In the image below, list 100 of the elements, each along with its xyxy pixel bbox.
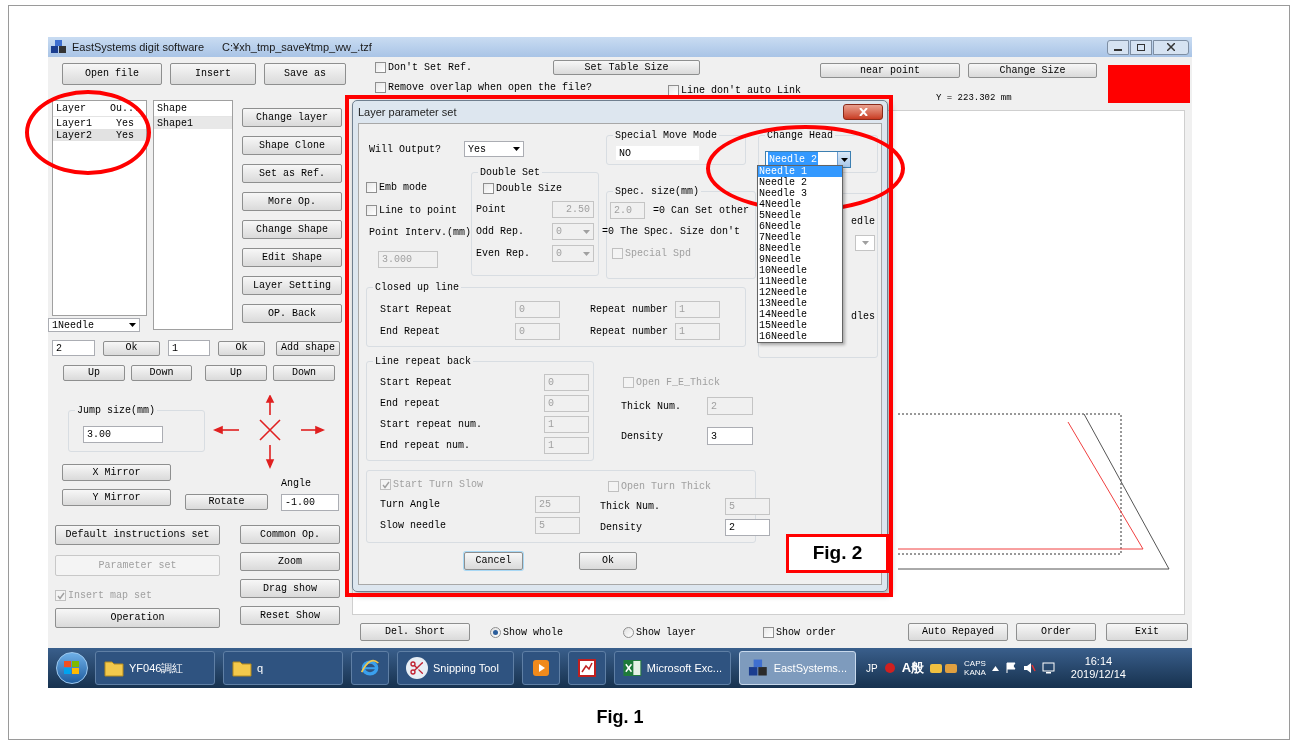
list-row[interactable]: Shape1 <box>154 117 232 129</box>
taskbar-button[interactable] <box>568 651 606 685</box>
checkbox-label: Line to point <box>379 204 457 218</box>
button[interactable]: Set as Ref. <box>242 164 342 183</box>
input-field[interactable]: 3.00 <box>83 425 163 443</box>
field-label: Repeat number <box>589 324 669 339</box>
button[interactable]: near point <box>820 63 960 78</box>
button[interactable]: Layer Setting <box>242 276 342 295</box>
button[interactable]: Ok <box>103 340 160 356</box>
button[interactable]: Zoom <box>240 552 340 571</box>
button[interactable]: Shape Clone <box>242 136 342 155</box>
button[interactable]: Change Size <box>968 63 1097 78</box>
dialog-title: Layer parameter set <box>358 104 457 120</box>
dropdown-option[interactable]: 11Needle <box>758 276 842 287</box>
file-path: C:¥xh_tmp_save¥tmp_ww_.tzf <box>222 39 372 55</box>
check-icon <box>56 591 65 600</box>
radio-button[interactable] <box>490 626 501 638</box>
checkbox-label: Double Size <box>496 182 562 196</box>
dropdown-option[interactable]: Needle 3 <box>758 188 842 199</box>
checkbox[interactable] <box>483 183 494 194</box>
minimize-button[interactable] <box>1107 39 1129 55</box>
taskbar-button[interactable] <box>522 651 560 685</box>
dropdown-option[interactable]: 4Needle <box>758 199 842 210</box>
input-field[interactable]: 1 <box>168 340 210 356</box>
close-button[interactable] <box>843 104 883 120</box>
input-field[interactable]: -1.00 <box>281 494 339 511</box>
checkbox[interactable] <box>668 85 679 96</box>
checkbox[interactable] <box>375 62 386 73</box>
button[interactable]: Add shape <box>276 340 340 356</box>
coordinates-text: Y = 223.302 mm <box>936 92 1013 105</box>
button[interactable]: Save as <box>264 63 346 85</box>
dropdown-button[interactable] <box>837 152 850 167</box>
column-header[interactable]: Layer <box>53 101 106 116</box>
dropdown-option[interactable]: 13Needle <box>758 298 842 309</box>
app-icon <box>51 40 67 54</box>
button[interactable]: OP. Back <box>242 304 342 323</box>
dropdown-option[interactable]: 7Needle <box>758 232 842 243</box>
taskbar-button[interactable] <box>351 651 389 685</box>
button[interactable]: Ok <box>218 340 265 356</box>
dropdown-option[interactable]: 6Needle <box>758 221 842 232</box>
field-label: Angle <box>281 477 312 491</box>
button[interactable]: Insert <box>170 63 256 85</box>
button[interactable]: Del. Short <box>360 623 470 641</box>
output-value: Yes <box>115 128 134 143</box>
button[interactable]: Default instructions set <box>55 525 220 545</box>
checkbox-label: Emb mode <box>379 181 427 195</box>
button[interactable]: Operation <box>55 608 220 628</box>
needle-dropdown[interactable]: 1Needle <box>48 318 140 332</box>
ime-indicator[interactable]: A般 <box>901 658 925 678</box>
language-indicator[interactable]: JP <box>866 660 878 676</box>
taskbar-button[interactable]: YF046調紅 <box>95 651 215 685</box>
button[interactable]: Down <box>273 365 335 381</box>
maximize-button[interactable] <box>1130 39 1152 55</box>
radio-button[interactable] <box>623 626 634 638</box>
button[interactable]: Cancel <box>464 552 523 570</box>
checkbox-label: Special Spd <box>625 247 691 261</box>
input-field[interactable]: 2 <box>52 340 95 356</box>
dropdown-option[interactable]: 16Needle <box>758 331 842 342</box>
dropdown-option[interactable]: 9Needle <box>758 254 842 265</box>
button[interactable]: Drag show <box>240 579 340 598</box>
button[interactable]: Set Table Size <box>553 60 700 75</box>
button[interactable]: Auto Repayed <box>908 623 1008 641</box>
dropdown-option[interactable]: Needle 2 <box>758 177 842 188</box>
checkbox[interactable] <box>375 82 386 93</box>
checkbox[interactable] <box>366 205 377 216</box>
dropdown-option[interactable]: 5Needle <box>758 210 842 221</box>
button[interactable]: More Op. <box>242 192 342 211</box>
button[interactable]: Up <box>205 365 267 381</box>
taskbar-button[interactable]: q <box>223 651 343 685</box>
button[interactable]: Down <box>131 365 192 381</box>
start-button[interactable] <box>56 652 88 684</box>
taskbar-button[interactable]: Snipping Tool <box>397 651 514 685</box>
input-field[interactable]: NO <box>615 145 700 161</box>
button[interactable]: Ok <box>579 552 637 570</box>
button[interactable]: Rotate <box>185 494 268 510</box>
dropdown-option[interactable]: 15Needle <box>758 320 842 331</box>
checkbox[interactable] <box>763 626 774 638</box>
button[interactable]: Up <box>63 365 125 381</box>
button[interactable]: Edit Shape <box>242 248 342 267</box>
button[interactable]: Exit <box>1106 623 1188 641</box>
taskbar-button[interactable]: Microsoft Exc... <box>614 651 731 685</box>
checkbox[interactable] <box>366 182 377 193</box>
button[interactable]: X Mirror <box>62 464 171 481</box>
button[interactable]: Reset Show <box>240 606 340 625</box>
covered-text: edle <box>851 215 875 229</box>
button[interactable]: Order <box>1016 623 1096 641</box>
dropdown-option[interactable]: 12Needle <box>758 287 842 298</box>
output-dropdown[interactable]: Yes <box>464 141 524 157</box>
dropdown-option[interactable]: 10Needle <box>758 265 842 276</box>
button[interactable]: Change layer <box>242 108 342 127</box>
group-title: Special Move Mode <box>613 128 720 143</box>
dropdown-option[interactable]: 8Needle <box>758 243 842 254</box>
button[interactable]: Common Op. <box>240 525 340 544</box>
button[interactable]: Y Mirror <box>62 489 171 506</box>
button[interactable]: Change Shape <box>242 220 342 239</box>
list-row[interactable]: Layer2 Yes <box>53 129 146 141</box>
field-label: =0 The Spec. Size don't <box>602 225 742 239</box>
close-button[interactable] <box>1153 39 1189 55</box>
button[interactable]: Open file <box>62 63 162 85</box>
dropdown-option[interactable]: 14Needle <box>758 309 842 320</box>
